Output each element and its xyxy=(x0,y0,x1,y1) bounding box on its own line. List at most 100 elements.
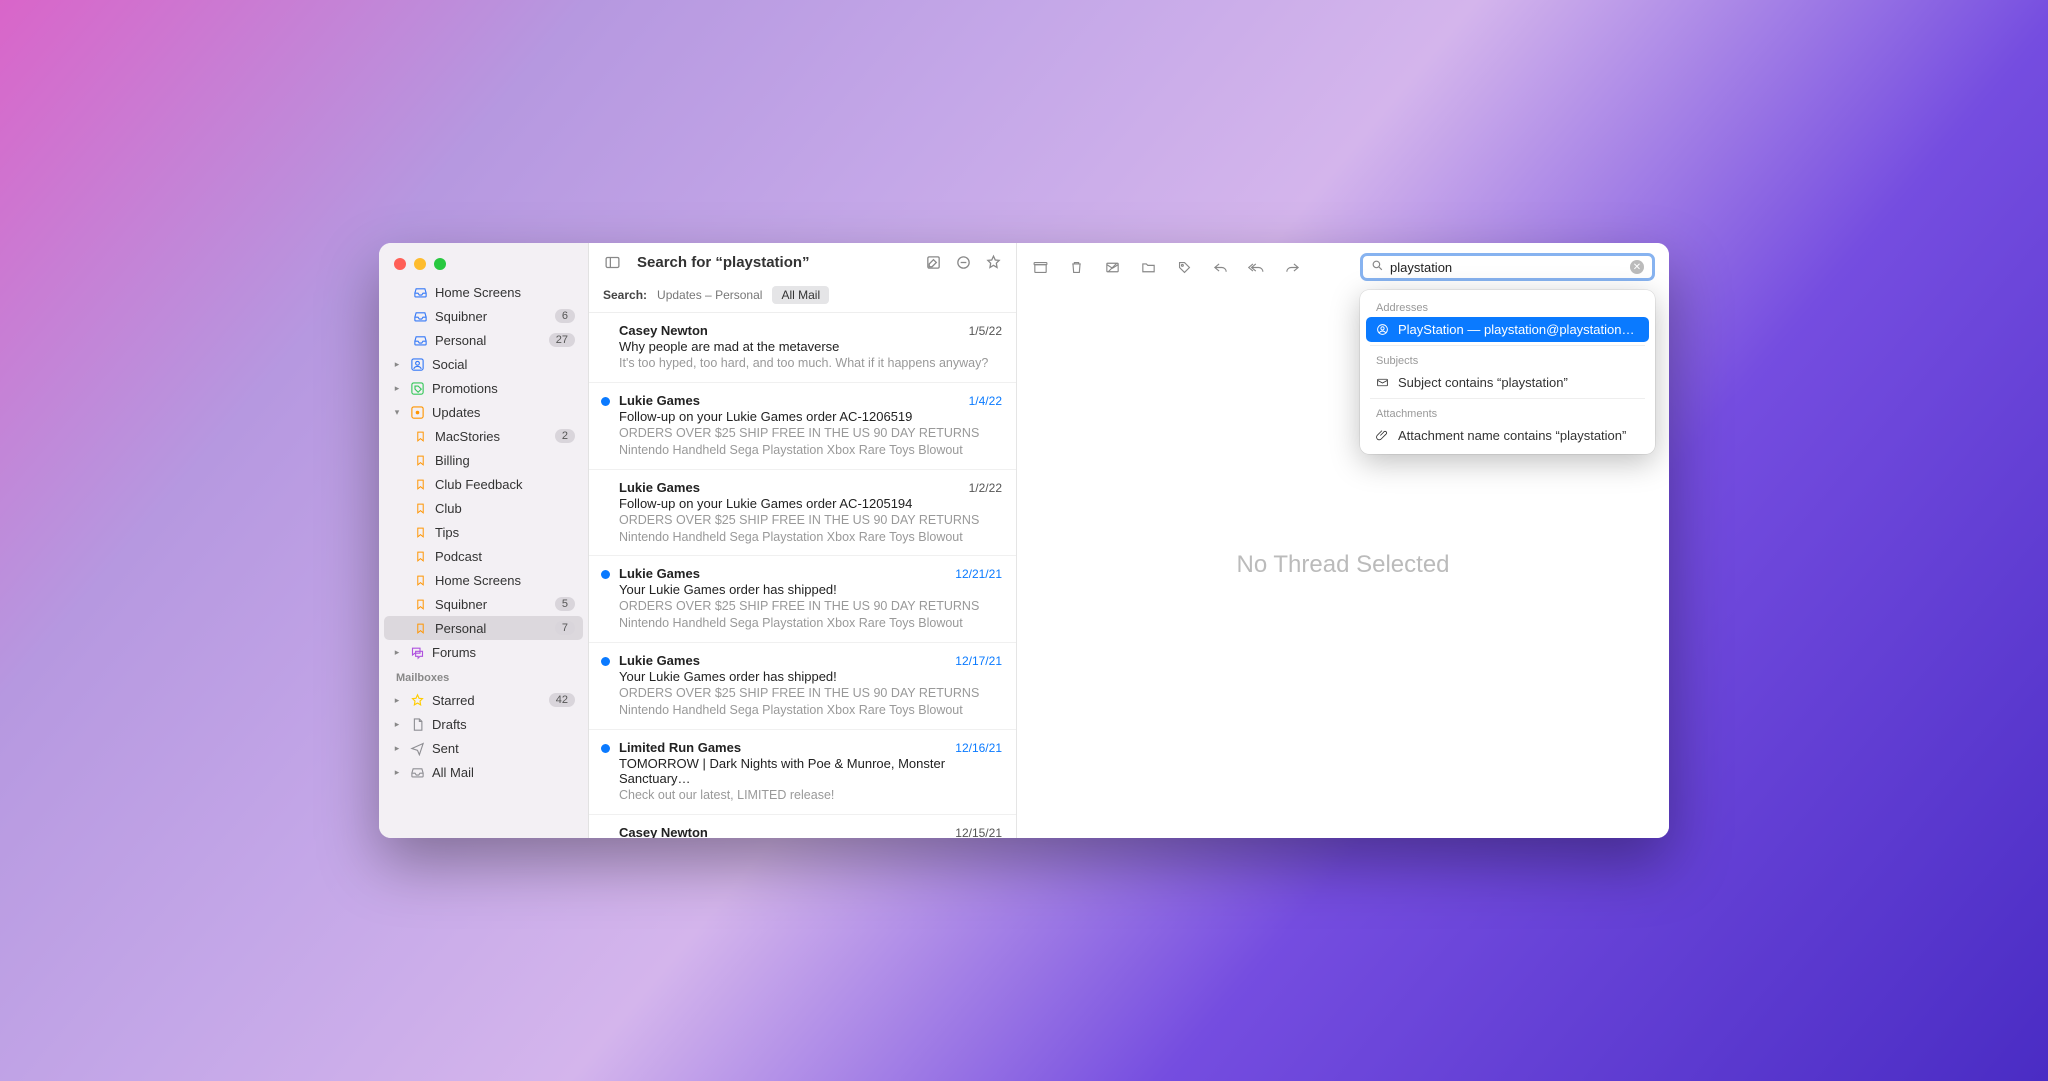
tag-icon[interactable] xyxy=(1175,258,1193,276)
message-sender: Lukie Games xyxy=(619,566,700,581)
sidebar-item-label: Personal xyxy=(435,333,542,348)
sidebar-item-label: All Mail xyxy=(432,765,575,780)
sidebar-item-updates[interactable]: ▾Updates xyxy=(384,400,583,424)
reply-icon[interactable] xyxy=(1211,258,1229,276)
badge: 27 xyxy=(549,333,575,347)
badge: 42 xyxy=(549,693,575,707)
sidebar-item-squibner[interactable]: Squibner6 xyxy=(384,304,583,328)
message-preview: ORDERS OVER $25 SHIP FREE IN THE US 90 D… xyxy=(619,598,1002,632)
message-row[interactable]: Lukie Games 1/4/22Follow-up on your Lukie… xyxy=(589,383,1016,470)
message-list-pane: Search for “playstation” Search: Updates… xyxy=(589,243,1017,838)
search-scope-option-updates[interactable]: Updates – Personal xyxy=(657,288,762,302)
chevron-right-icon[interactable]: ▸ xyxy=(392,695,402,706)
minimize-window-button[interactable] xyxy=(414,258,426,270)
message-preview: ORDERS OVER $25 SHIP FREE IN THE US 90 D… xyxy=(619,425,1002,459)
junk-icon[interactable] xyxy=(1103,258,1121,276)
sidebar-item-macstories[interactable]: MacStories2 xyxy=(384,424,583,448)
badge: 5 xyxy=(555,597,575,611)
popup-item-attachment[interactable]: Attachment name contains “playstation” xyxy=(1366,423,1649,448)
search-scope-option-all-mail[interactable]: All Mail xyxy=(772,286,829,304)
sidebar-item-squibner[interactable]: Squibner5 xyxy=(384,592,583,616)
sidebar-item-label: Billing xyxy=(435,453,575,468)
chevron-right-icon[interactable]: ▸ xyxy=(392,767,402,778)
message-row[interactable]: Lukie Games1/2/22Follow-up on your Lukie… xyxy=(589,470,1016,557)
popup-item-subject[interactable]: Subject contains “playstation” xyxy=(1366,370,1649,395)
message-date: 1/2/22 xyxy=(969,481,1002,495)
window-controls xyxy=(379,243,588,280)
move-icon[interactable] xyxy=(1139,258,1157,276)
detail-pane: ✕ Addresses PlayStation — playstation@pl… xyxy=(1017,243,1669,838)
sidebar-item-all-mail[interactable]: ▸ All Mail xyxy=(384,760,583,784)
reply-all-icon[interactable] xyxy=(1247,258,1265,276)
message-list[interactable]: Casey Newton 1/5/22Why people are mad at … xyxy=(589,313,1016,838)
message-subject: Follow-up on your Lukie Games order AC-1… xyxy=(619,409,1002,424)
sidebar-item-forums[interactable]: ▸Forums xyxy=(384,640,583,664)
sidebar-list[interactable]: Home ScreensSquibner6Personal27▸Social▸P… xyxy=(379,280,588,838)
clear-search-icon[interactable]: ✕ xyxy=(1630,260,1644,274)
zoom-window-button[interactable] xyxy=(434,258,446,270)
detail-toolbar-group-reply xyxy=(1211,258,1301,276)
sidebar-item-label: Club Feedback xyxy=(435,477,575,492)
message-date: 1/5/22 xyxy=(969,324,1002,338)
message-sender: Lukie Games xyxy=(619,393,700,408)
sidebar-item-tips[interactable]: Tips xyxy=(384,520,583,544)
message-sender: Limited Run Games xyxy=(619,740,741,755)
sidebar-item-podcast[interactable]: Podcast xyxy=(384,544,583,568)
message-sender: Lukie Games xyxy=(619,480,700,495)
sidebar-item-personal[interactable]: Personal 27 xyxy=(384,328,583,352)
message-preview: It's too hyped, too hard, and too much. … xyxy=(619,355,1002,372)
popup-section-attachments: Attachments xyxy=(1366,402,1649,423)
message-sender: Casey Newton xyxy=(619,825,708,838)
search-field[interactable]: ✕ xyxy=(1360,253,1655,281)
chevron-down-icon[interactable]: ▾ xyxy=(392,407,402,418)
sidebar-item-label: Home Screens xyxy=(435,285,575,300)
message-sender: Lukie Games xyxy=(619,653,700,668)
paperclip-icon xyxy=(1376,429,1390,442)
sidebar-item-promotions[interactable]: ▸Promotions xyxy=(384,376,583,400)
message-row[interactable]: Lukie Games12/21/21Your Lukie Games orde… xyxy=(589,556,1016,643)
sidebar-item-label: Tips xyxy=(435,525,575,540)
badge: 7 xyxy=(555,621,575,635)
sidebar: Home ScreensSquibner6Personal27▸Social▸P… xyxy=(379,243,589,838)
sidebar-item-label: Sent xyxy=(432,741,575,756)
sidebar-item-home-screens[interactable]: Home Screens xyxy=(384,568,583,592)
message-list-toolbar: Search for “playstation” xyxy=(589,243,1016,281)
page-title: Search for “playstation” xyxy=(637,254,912,271)
mute-icon[interactable] xyxy=(954,253,972,271)
message-row[interactable]: Casey Newton12/15/21The year in platform… xyxy=(589,815,1016,838)
sidebar-item-social[interactable]: ▸Social xyxy=(384,352,583,376)
archive-icon[interactable] xyxy=(1031,258,1049,276)
popup-item-address[interactable]: PlayStation — playstation@playstationema… xyxy=(1366,317,1649,342)
close-window-button[interactable] xyxy=(394,258,406,270)
search-input[interactable] xyxy=(1390,260,1624,275)
sidebar-item-home-screens[interactable]: Home Screens xyxy=(384,280,583,304)
sidebar-item-label: Home Screens xyxy=(435,573,575,588)
popup-section-addresses: Addresses xyxy=(1366,296,1649,317)
message-subject: Why people are mad at the metaverse xyxy=(619,339,1002,354)
sidebar-item-starred[interactable]: ▸Starred42 xyxy=(384,688,583,712)
search-icon xyxy=(1371,259,1384,275)
message-row[interactable]: Limited Run Games12/16/21TOMORROW | Dark… xyxy=(589,730,1016,815)
sidebar-item-sent[interactable]: ▸ Sent xyxy=(384,736,583,760)
sidebar-item-billing[interactable]: Billing xyxy=(384,448,583,472)
chevron-right-icon[interactable]: ▸ xyxy=(392,647,402,658)
chevron-right-icon[interactable]: ▸ xyxy=(392,359,402,370)
compose-icon[interactable] xyxy=(924,253,942,271)
forward-icon[interactable] xyxy=(1283,258,1301,276)
sidebar-item-club-feedback[interactable]: Club Feedback xyxy=(384,472,583,496)
chevron-right-icon[interactable]: ▸ xyxy=(392,719,402,730)
sidebar-item-label: MacStories xyxy=(435,429,548,444)
trash-icon[interactable] xyxy=(1067,258,1085,276)
star-icon[interactable] xyxy=(984,253,1002,271)
message-row[interactable]: Casey Newton1/5/22Why people are mad at … xyxy=(589,313,1016,383)
message-row[interactable]: Lukie Games12/17/21Your Lukie Games orde… xyxy=(589,643,1016,730)
toggle-sidebar-icon[interactable] xyxy=(603,253,621,271)
sidebar-item-personal[interactable]: Personal7 xyxy=(384,616,583,640)
message-date: 1/4/22 xyxy=(969,394,1002,408)
chevron-right-icon[interactable]: ▸ xyxy=(392,743,402,754)
sidebar-item-drafts[interactable]: ▸Drafts xyxy=(384,712,583,736)
chevron-right-icon[interactable]: ▸ xyxy=(392,383,402,394)
envelope-icon xyxy=(1376,376,1390,389)
sidebar-item-club[interactable]: Club xyxy=(384,496,583,520)
unread-dot-icon xyxy=(601,397,610,406)
